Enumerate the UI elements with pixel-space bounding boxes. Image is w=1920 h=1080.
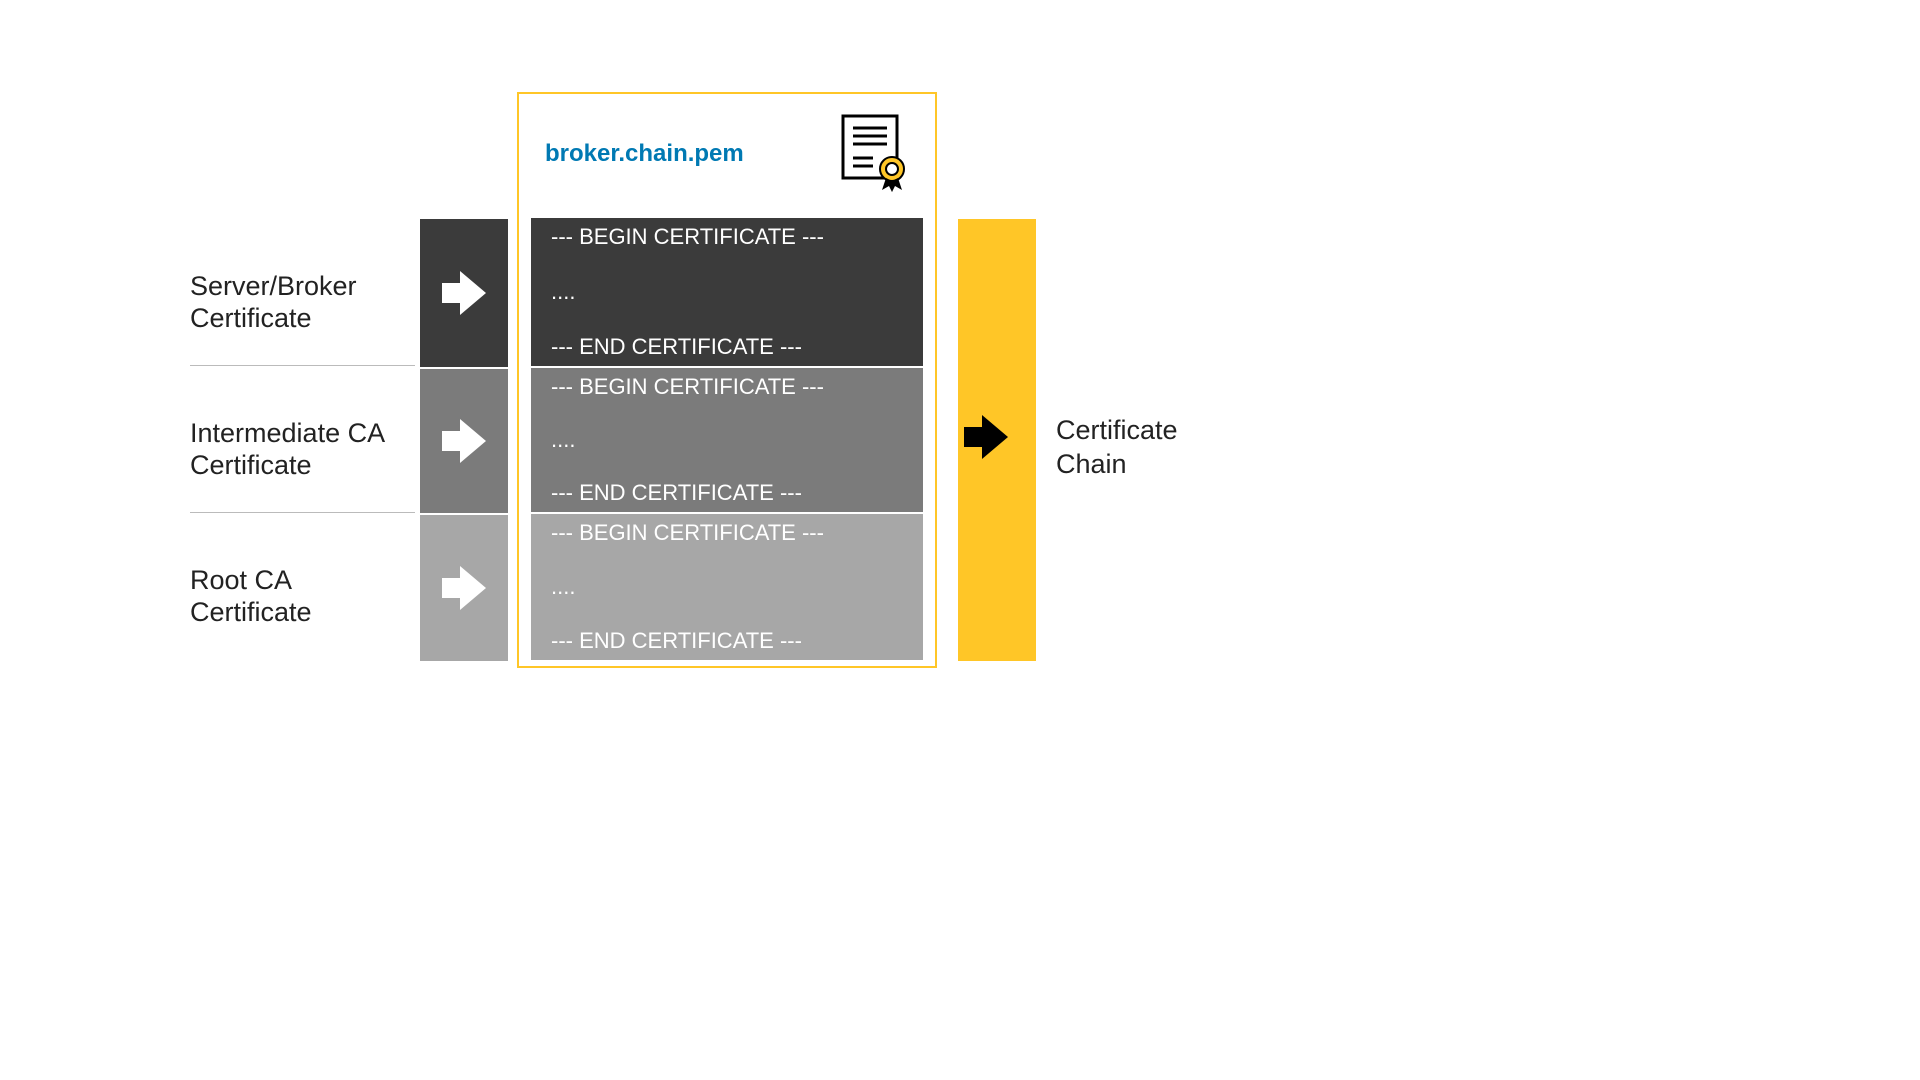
cert-block-intermediate: --- BEGIN CERTIFICATE --- .... --- END C… [531,368,923,512]
file-title: broker.chain.pem [545,140,744,168]
cert-end: --- END CERTIFICATE --- [551,334,903,360]
cert-body: .... [551,427,903,453]
certificate-chain-diagram: Server/Broker Certificate Intermediate C… [180,92,1290,672]
divider [190,512,415,513]
cert-body: .... [551,279,903,305]
cert-begin: --- BEGIN CERTIFICATE --- [551,520,903,546]
chain-line2: Chain [1056,449,1127,479]
cert-end: --- END CERTIFICATE --- [551,628,903,654]
label-server-line2: Certificate [190,302,420,334]
label-server-broker-certificate: Server/Broker Certificate [190,270,420,335]
label-root-line1: Root CA [190,564,420,596]
file-header: broker.chain.pem [531,108,923,218]
arrow-output [986,437,1030,481]
cert-begin: --- BEGIN CERTIFICATE --- [551,374,903,400]
label-intermediate-line1: Intermediate CA [190,417,420,449]
cert-begin: --- BEGIN CERTIFICATE --- [551,224,903,250]
pem-file-box: broker.chain.pem [517,92,937,668]
label-intermediate-line2: Certificate [190,449,420,481]
label-intermediate-ca-certificate: Intermediate CA Certificate [190,417,420,482]
label-server-line1: Server/Broker [190,270,420,302]
chain-line1: Certificate [1056,415,1178,445]
arrow-box-intermediate [420,369,508,513]
cert-end: --- END CERTIFICATE --- [551,480,903,506]
label-root-ca-certificate: Root CA Certificate [190,564,420,629]
arrow-box-root [420,515,508,661]
label-certificate-chain: Certificate Chain [1056,414,1178,482]
divider [190,365,415,366]
certificate-icon [837,112,909,192]
cert-block-root: --- BEGIN CERTIFICATE --- .... --- END C… [531,514,923,660]
arrow-box-server [420,219,508,367]
label-root-line2: Certificate [190,596,420,628]
cert-body: .... [551,574,903,600]
cert-block-server: --- BEGIN CERTIFICATE --- .... --- END C… [531,218,923,366]
